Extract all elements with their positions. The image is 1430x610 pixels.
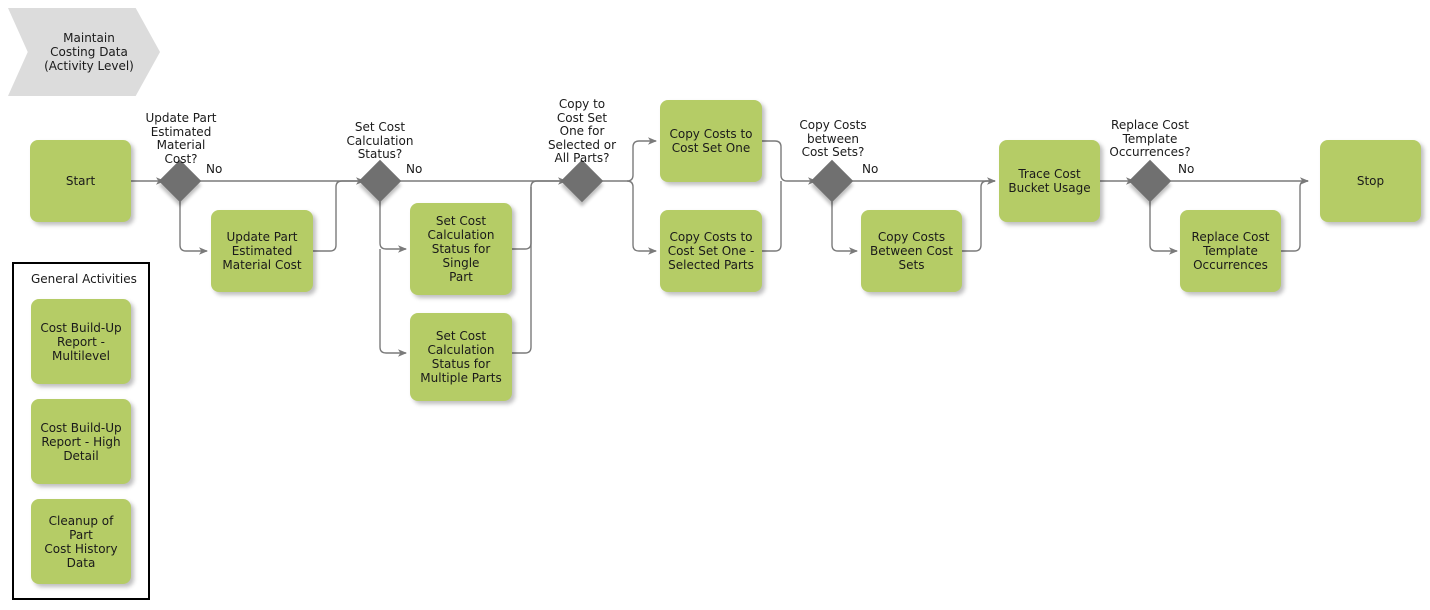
node-stop-label: Stop	[1356, 174, 1385, 188]
edge-label-no-3: No	[862, 162, 879, 176]
decision-label-copy-costs-between-cost-sets: Copy Costs between Cost Sets?	[799, 118, 867, 159]
node-set-cost-calculation-status-single-part[interactable]: Set Cost Calculation Status for Single P…	[410, 203, 512, 295]
node-copy-costs-between-cost-sets-label: Copy Costs Between Cost Sets	[870, 230, 953, 272]
edge-label-no-2: No	[406, 162, 423, 176]
general-activity-cost-build-up-report-high-detail[interactable]: Cost Build-Up Report - High Detail	[31, 399, 131, 484]
node-set-cost-calculation-status-multiple-parts-label: Set Cost Calculation Status for Multiple…	[420, 329, 502, 385]
node-copy-costs-to-cost-set-one-selected-parts-label: Copy Costs to Cost Set One - Selected Pa…	[667, 230, 755, 272]
node-trace-cost-bucket-usage-label: Trace Cost Bucket Usage	[1008, 167, 1091, 195]
node-set-cost-calculation-status-multiple-parts[interactable]: Set Cost Calculation Status for Multiple…	[410, 313, 512, 401]
edge-label-no-4: No	[1178, 162, 1195, 176]
decision-copy-to-cost-set-one[interactable]	[560, 159, 604, 203]
process-header-title: Maintain Costing Data (Activity Level)	[44, 31, 134, 73]
decision-set-cost-calculation-status[interactable]	[358, 159, 402, 203]
decision-label-set-cost-calculation-status: Set Cost Calculation Status?	[346, 120, 414, 161]
general-activity-cleanup-of-part-cost-history-data-label: Cleanup of Part Cost History Data	[44, 513, 118, 570]
node-copy-costs-to-cost-set-one-label: Copy Costs to Cost Set One	[669, 127, 753, 155]
decision-copy-costs-between-cost-sets[interactable]	[810, 159, 854, 203]
decision-label-replace-cost-template-occurrences: Replace Cost Template Occurrences?	[1109, 118, 1191, 159]
decision-replace-cost-template-occurrences[interactable]	[1128, 159, 1172, 203]
node-update-part-estimated-material-cost-label: Update Part Estimated Material Cost	[222, 230, 302, 272]
node-update-part-estimated-material-cost[interactable]: Update Part Estimated Material Cost	[211, 210, 313, 292]
decision-label-copy-to-cost-set-one: Copy to Cost Set One for Selected or All…	[547, 97, 617, 165]
connector-layer	[131, 137, 1309, 357]
node-replace-cost-template-occurrences-label: Replace Cost Template Occurrences	[1191, 230, 1270, 272]
decision-label-update-part-estimated-material-cost: Update Part Estimated Material Cost?	[145, 111, 217, 166]
node-start-label: Start	[65, 174, 96, 188]
node-replace-cost-template-occurrences[interactable]: Replace Cost Template Occurrences	[1180, 210, 1281, 292]
general-activity-cost-build-up-report-high-detail-label: Cost Build-Up Report - High Detail	[40, 420, 122, 463]
decision-update-part-estimated-material-cost[interactable]	[158, 159, 202, 203]
node-trace-cost-bucket-usage[interactable]: Trace Cost Bucket Usage	[999, 140, 1100, 222]
node-set-cost-calculation-status-single-part-label: Set Cost Calculation Status for Single P…	[427, 214, 495, 284]
node-copy-costs-to-cost-set-one-selected-parts[interactable]: Copy Costs to Cost Set One - Selected Pa…	[660, 210, 762, 292]
general-activities-title: General Activities	[31, 272, 137, 286]
general-activity-cost-build-up-report-multilevel[interactable]: Cost Build-Up Report - Multilevel	[31, 299, 131, 384]
process-header-chevron: Maintain Costing Data (Activity Level)	[8, 8, 160, 96]
flowchart-canvas: Maintain Costing Data (Activity Level) S…	[0, 0, 1430, 610]
general-activity-cost-build-up-report-multilevel-label: Cost Build-Up Report - Multilevel	[40, 320, 122, 363]
node-start[interactable]: Start	[30, 140, 131, 222]
edge-label-no-1: No	[206, 162, 223, 176]
node-copy-costs-to-cost-set-one[interactable]: Copy Costs to Cost Set One	[660, 100, 762, 182]
node-copy-costs-between-cost-sets[interactable]: Copy Costs Between Cost Sets	[861, 210, 962, 292]
general-activity-cleanup-of-part-cost-history-data[interactable]: Cleanup of Part Cost History Data	[31, 499, 131, 584]
node-stop[interactable]: Stop	[1320, 140, 1421, 222]
